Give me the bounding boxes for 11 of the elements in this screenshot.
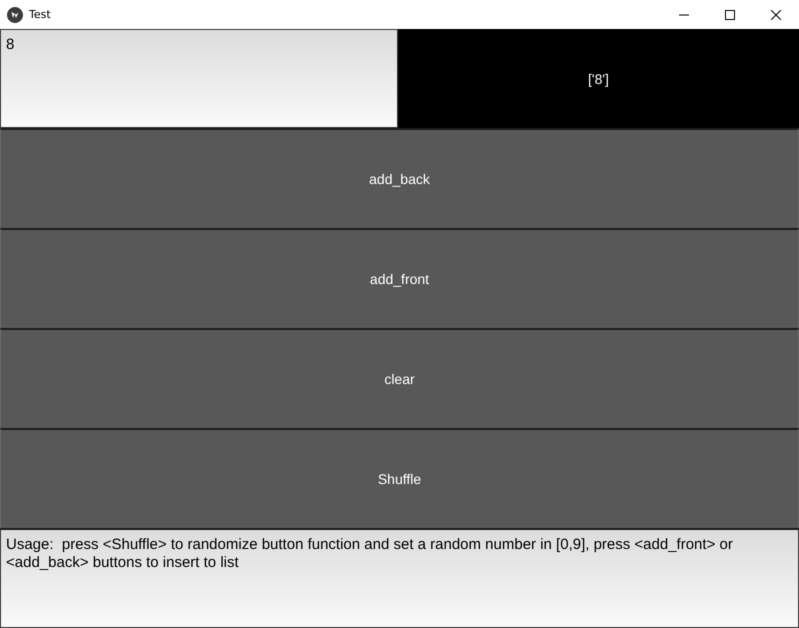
close-icon [771, 10, 781, 20]
usage-text-field[interactable]: Usage: press <Shuffle> to randomize button function and set a random number in [0,9], press <add_front> or <add_back> buttons to insert to list [0, 528, 799, 628]
action-button[interactable]: clear [0, 328, 799, 428]
action-button[interactable]: add_front [0, 228, 799, 328]
app-logo-icon [7, 6, 23, 22]
action-button[interactable]: add_back [0, 128, 799, 228]
window-title: Test [29, 8, 51, 21]
list-text: ['8'] [588, 70, 609, 86]
action-button[interactable]: Shuffle [0, 428, 799, 528]
number-input-field[interactable]: 8 [0, 29, 398, 128]
maximize-icon [725, 10, 735, 20]
